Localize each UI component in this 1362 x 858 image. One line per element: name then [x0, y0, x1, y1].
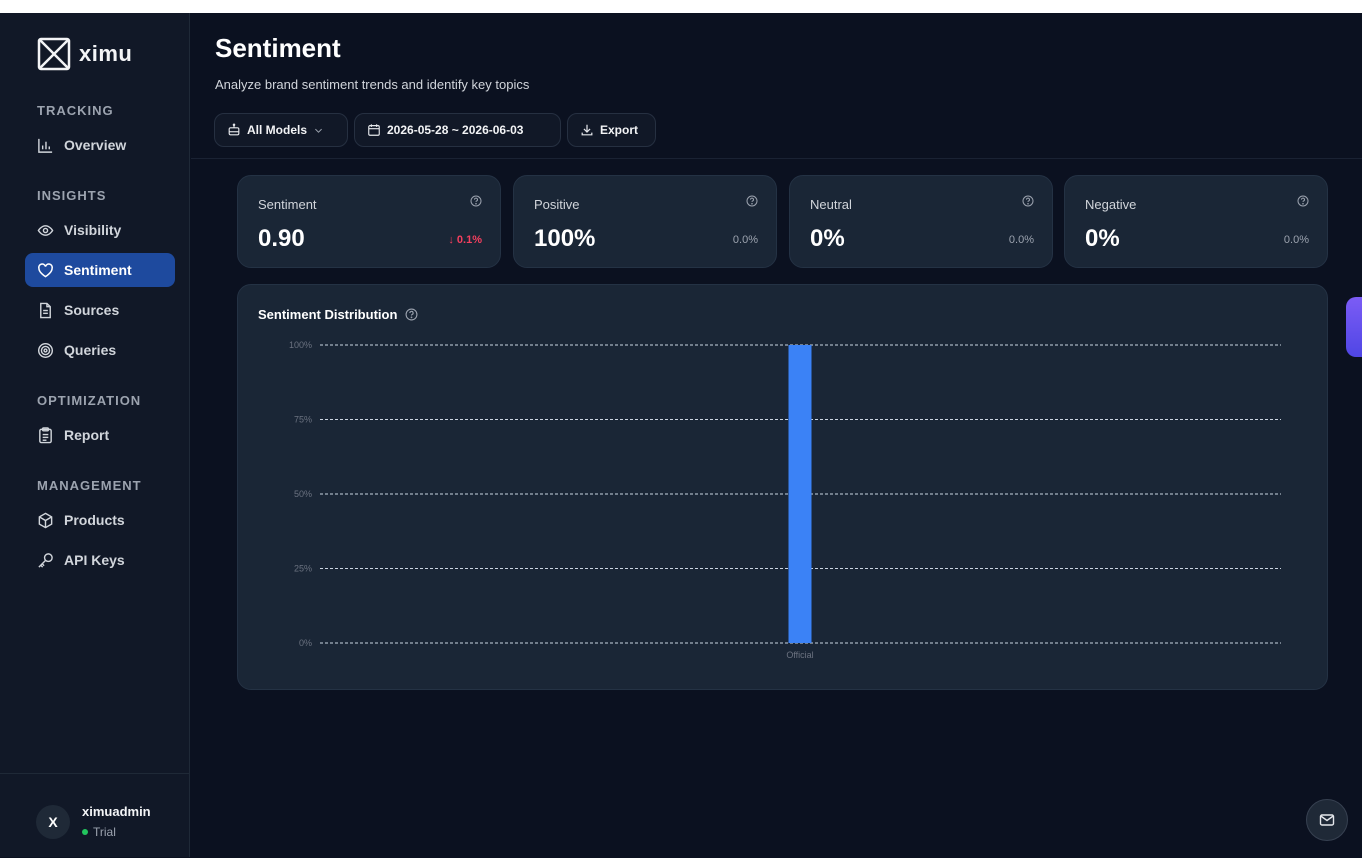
- metric-value: 0%: [810, 225, 845, 252]
- sidebar-item-label: Sentiment: [64, 262, 132, 278]
- sidebar-item-overview[interactable]: Overview: [25, 128, 175, 162]
- metric-value: 100%: [534, 225, 596, 252]
- sentiment-distribution-panel: Sentiment Distribution 0% 25% 50% 75% 100% Of…: [237, 284, 1328, 690]
- metric-value: 0.90: [258, 225, 305, 252]
- y-tick-label: 25%: [294, 564, 312, 574]
- help-icon[interactable]: [1022, 195, 1034, 207]
- sidebar-item-report[interactable]: Report: [25, 418, 175, 452]
- metric-card-negative: Negative 0% 0.0%: [1064, 175, 1328, 268]
- assistant-side-tab[interactable]: [1346, 297, 1362, 357]
- user-plan: Trial: [82, 825, 116, 839]
- metric-value: 0%: [1085, 225, 1120, 252]
- chevron-down-icon: [315, 128, 322, 133]
- section-title-optimization: OPTIMIZATION: [37, 393, 142, 408]
- sidebar-item-products[interactable]: Products: [25, 503, 175, 537]
- page-header: Sentiment Analyze brand sentiment trends…: [191, 13, 1362, 159]
- export-button[interactable]: Export: [567, 113, 656, 147]
- model-filter-dropdown[interactable]: All Models: [214, 113, 348, 147]
- user-name: ximuadmin: [82, 804, 151, 819]
- sidebar-item-label: Sources: [64, 302, 120, 318]
- section-title-insights: INSIGHTS: [37, 188, 107, 203]
- bar-chart-icon: [38, 138, 53, 153]
- mail-icon: [1319, 814, 1335, 826]
- status-dot-icon: [82, 829, 88, 835]
- feedback-button[interactable]: [1306, 799, 1348, 841]
- window-top-strip: [0, 0, 1362, 13]
- package-icon: [38, 512, 53, 528]
- date-range-picker[interactable]: 2026-05-28 ~ 2026-06-03: [354, 113, 561, 147]
- heart-icon: [38, 262, 53, 278]
- sidebar-item-label: Overview: [64, 137, 127, 153]
- section-title-tracking: TRACKING: [37, 103, 114, 118]
- metric-card-sentiment: Sentiment 0.90 ↓ 0.1%: [237, 175, 501, 268]
- sidebar: ximu TRACKING Overview INSIGHTS Visibili…: [0, 13, 190, 857]
- sidebar-item-label: Queries: [64, 342, 117, 358]
- robot-icon: [228, 123, 240, 136]
- bar-official[interactable]: [788, 345, 812, 643]
- target-icon: [37, 342, 54, 358]
- eye-icon: [37, 224, 54, 236]
- help-icon[interactable]: [470, 195, 482, 207]
- download-icon: [581, 124, 593, 136]
- x-tick-label: Official: [786, 650, 813, 660]
- sidebar-item-sources[interactable]: Sources: [25, 293, 175, 327]
- sidebar-item-label: Visibility: [64, 222, 122, 238]
- sidebar-item-label: Products: [64, 512, 125, 528]
- user-plan-label: Trial: [93, 825, 116, 839]
- metric-change: 0.0%: [1008, 234, 1034, 246]
- file-icon: [40, 302, 51, 318]
- export-label: Export: [600, 123, 639, 137]
- metric-label: Negative: [1085, 197, 1137, 212]
- page-subtitle: Analyze brand sentiment trends and ident…: [215, 77, 530, 92]
- section-title-management: MANAGEMENT: [37, 478, 142, 493]
- metric-change: 0.0%: [1283, 234, 1309, 246]
- app-name: ximu: [79, 41, 133, 66]
- clipboard-icon: [39, 426, 52, 443]
- help-icon[interactable]: [1297, 195, 1309, 207]
- metric-label: Positive: [534, 197, 580, 212]
- metric-card-positive: Positive 100% 0.0%: [513, 175, 777, 268]
- calendar-icon: [368, 124, 380, 136]
- model-filter-label: All Models: [247, 123, 308, 137]
- metric-label: Neutral: [810, 197, 852, 212]
- date-range-label: 2026-05-28 ~ 2026-06-03: [387, 123, 524, 137]
- metric-card-neutral: Neutral 0% 0.0%: [789, 175, 1053, 268]
- sentiment-bar-chart: 0% 25% 50% 75% 100% Official: [289, 340, 1281, 660]
- page-title: Sentiment: [215, 33, 341, 63]
- sidebar-item-visibility[interactable]: Visibility: [25, 213, 175, 247]
- sidebar-item-api-keys[interactable]: API Keys: [25, 543, 175, 577]
- help-icon[interactable]: [746, 195, 758, 207]
- app-logo[interactable]: ximu: [37, 37, 132, 71]
- sidebar-item-sentiment[interactable]: Sentiment: [25, 253, 175, 287]
- key-icon: [38, 552, 53, 568]
- metric-label: Sentiment: [258, 197, 317, 212]
- y-tick-label: 0%: [299, 638, 312, 648]
- sidebar-item-label: Report: [64, 427, 110, 443]
- y-tick-label: 50%: [294, 489, 312, 499]
- y-tick-label: 100%: [289, 340, 312, 350]
- logo-icon: [37, 37, 71, 71]
- y-tick-label: 75%: [294, 415, 312, 425]
- metric-change: ↓ 0.1%: [448, 234, 482, 246]
- user-profile[interactable]: X ximuadmin Trial: [0, 773, 189, 858]
- sidebar-item-label: API Keys: [64, 552, 125, 568]
- sidebar-item-queries[interactable]: Queries: [25, 333, 175, 367]
- avatar: X: [36, 805, 70, 839]
- metric-change: 0.0%: [732, 234, 758, 246]
